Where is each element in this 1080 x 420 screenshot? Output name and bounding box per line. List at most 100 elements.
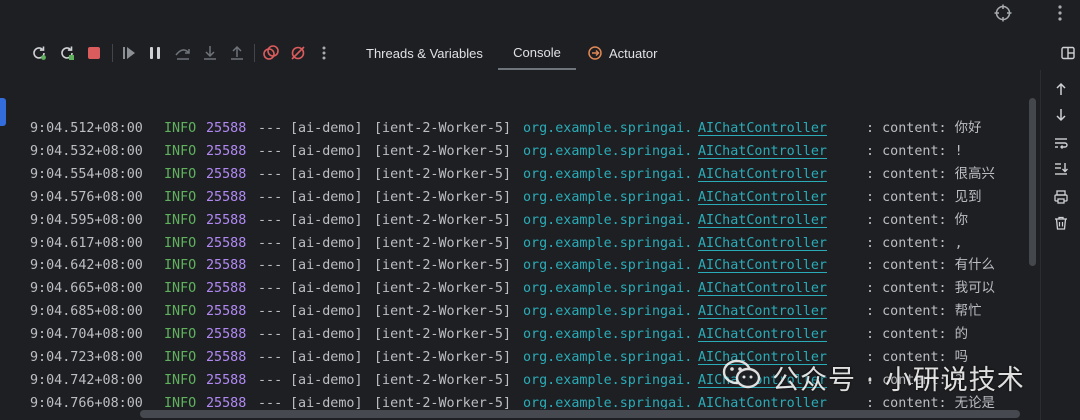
target-icon[interactable]: [993, 3, 1013, 23]
print-icon[interactable]: [1050, 186, 1072, 208]
tab-label: Threads & Variables: [366, 45, 483, 61]
resume-icon[interactable]: [118, 42, 140, 64]
log-message: : content: 有什么: [866, 258, 995, 274]
log-pid: 25588: [206, 258, 247, 274]
log-timestamp: 9:04.554+08:00: [30, 166, 143, 182]
log-thread: [ient-2-Worker-5]: [374, 189, 512, 205]
log-timestamp: 9:04.595+08:00: [30, 212, 143, 228]
log-level: INFO: [164, 166, 197, 182]
log-logger-package: org.example.springai.: [523, 189, 693, 205]
log-row: 9:04.532+08:00 INFO 25588 --- [ai-demo] [ient…: [8, 140, 1038, 163]
log-timestamp: 9:04.665+08:00: [30, 281, 143, 297]
log-pid: 25588: [206, 212, 247, 228]
soft-wrap-icon[interactable]: [1050, 132, 1072, 154]
log-thread: [ient-2-Worker-5]: [374, 281, 512, 297]
tab-threads-variables[interactable]: Threads & Variables: [366, 36, 483, 70]
log-separator: ---: [258, 372, 283, 388]
log-separator: ---: [258, 350, 283, 365]
step-out-icon[interactable]: [226, 42, 248, 64]
log-thread: [ient-2-Worker-5]: [374, 235, 512, 251]
log-logger-package: org.example.springai.: [523, 143, 693, 159]
log-separator: ---: [258, 327, 283, 343]
log-level: INFO: [164, 235, 197, 251]
pause-icon[interactable]: [144, 42, 166, 64]
log-separator: ---: [258, 304, 283, 320]
log-logger-package: org.example.springai.: [523, 281, 693, 297]
log-logger-class-link[interactable]: AIChatController: [698, 277, 827, 300]
more-vertical-icon[interactable]: [1050, 3, 1070, 23]
log-level: INFO: [164, 281, 197, 297]
log-app-name: [ai-demo]: [290, 327, 363, 343]
log-separator: ---: [258, 166, 283, 182]
log-logger-package: org.example.springai.: [523, 304, 693, 320]
log-row: 9:04.665+08:00 INFO 25588 --- [ai-demo] [ient…: [8, 277, 1038, 300]
log-logger-class-link[interactable]: AIChatController: [698, 163, 827, 186]
log-message: : content: ,: [866, 235, 963, 251]
log-logger-class-link[interactable]: AIChatController: [698, 232, 827, 255]
more-icon[interactable]: [313, 42, 335, 64]
layout-icon[interactable]: [1057, 42, 1079, 64]
log-message: : content: 见到: [866, 189, 982, 205]
log-message: : content: 我可以: [866, 281, 995, 297]
debug-toolbar: Threads & Variables Console Actuator: [0, 36, 1080, 71]
log-level: INFO: [164, 327, 197, 343]
log-logger-class-link[interactable]: AIChatController: [698, 186, 827, 209]
log-timestamp: 9:04.685+08:00: [30, 304, 143, 320]
log-logger-package: org.example.springai.: [523, 327, 693, 343]
log-thread: [ient-2-Worker-5]: [374, 372, 512, 388]
log-logger-package: org.example.springai.: [523, 121, 693, 136]
log-row: 9:04.576+08:00 INFO 25588 --- [ai-demo] [ient…: [8, 186, 1038, 209]
log-logger-class-link[interactable]: AIChatController: [698, 117, 827, 140]
log-separator: ---: [258, 258, 283, 274]
log-level: INFO: [164, 212, 197, 228]
log-pid: 25588: [206, 166, 247, 182]
log-logger-class-link[interactable]: AIChatController: [698, 254, 827, 277]
horizontal-scrollbar[interactable]: [140, 410, 1020, 418]
log-app-name: [ai-demo]: [290, 350, 363, 365]
scroll-to-end-icon[interactable]: [1050, 158, 1072, 180]
rerun-icon[interactable]: [28, 42, 50, 64]
log-logger-package: org.example.springai.: [523, 235, 693, 251]
tab-label: Console: [513, 44, 561, 60]
log-logger-class-link[interactable]: AIChatController: [698, 300, 827, 323]
log-row: 9:04.617+08:00 INFO 25588 --- [ai-demo] [ient…: [8, 232, 1038, 255]
log-thread: [ient-2-Worker-5]: [374, 327, 512, 343]
step-into-icon[interactable]: [199, 42, 221, 64]
stop-icon[interactable]: [83, 42, 105, 64]
log-row: 9:04.512+08:00 INFO 25588 --- [ai-demo] [ient…: [8, 117, 1038, 140]
step-over-icon[interactable]: [172, 42, 194, 64]
log-message: : content: 你: [866, 212, 969, 228]
log-pid: 25588: [206, 281, 247, 297]
rerun-failed-icon[interactable]: [56, 42, 78, 64]
tab-actuator[interactable]: Actuator: [587, 36, 657, 70]
log-level: INFO: [164, 189, 197, 205]
log-pid: 25588: [206, 143, 247, 159]
log-separator: ---: [258, 281, 283, 297]
log-separator: ---: [258, 212, 283, 228]
scroll-up-icon[interactable]: [1050, 78, 1072, 100]
log-logger-package: org.example.springai.: [523, 212, 693, 228]
log-logger-class-link[interactable]: AIChatController: [698, 209, 827, 232]
log-separator: ---: [258, 189, 283, 205]
log-row: 9:04.554+08:00 INFO 25588 --- [ai-demo] [ient…: [8, 163, 1038, 186]
log-logger-class-link[interactable]: AIChatController: [698, 140, 827, 163]
actuator-icon: [587, 45, 603, 61]
log-timestamp: 9:04.704+08:00: [30, 327, 143, 343]
tab-label: Actuator: [609, 45, 658, 61]
log-timestamp: 9:04.642+08:00: [30, 258, 143, 274]
log-level: INFO: [164, 121, 197, 136]
log-separator: ---: [258, 143, 283, 159]
tab-console[interactable]: Console: [498, 36, 576, 70]
log-pid: 25588: [206, 121, 247, 136]
mute-breakpoints-icon[interactable]: [287, 42, 309, 64]
log-logger-class-link[interactable]: AIChatController: [698, 323, 827, 346]
log-message: : content: 很高兴: [866, 166, 995, 182]
scroll-down-icon[interactable]: [1050, 104, 1072, 126]
vertical-scrollbar[interactable]: [1029, 98, 1036, 266]
log-logger-package: org.example.springai.: [523, 372, 693, 388]
log-separator: ---: [258, 121, 283, 136]
log-timestamp: 9:04.617+08:00: [30, 235, 143, 251]
view-breakpoints-icon[interactable]: [260, 42, 282, 64]
log-message: : content: !: [866, 143, 963, 159]
clear-icon[interactable]: [1050, 212, 1072, 234]
